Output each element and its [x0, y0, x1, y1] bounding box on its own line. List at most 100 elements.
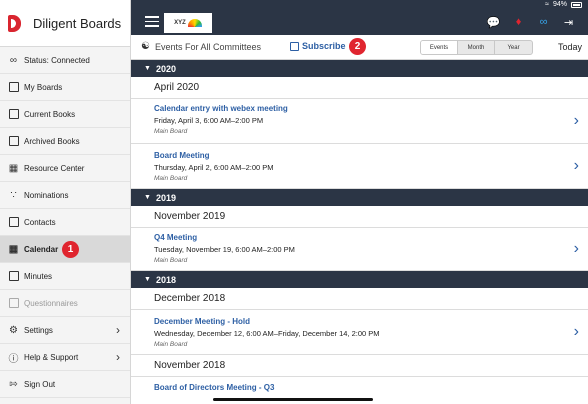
chevron-right-icon: › — [116, 323, 120, 337]
event-title: Board of Directors Meeting - Q3 — [154, 383, 275, 392]
event-date: Wednesday, December 12, 6:00 AM–Friday, … — [154, 329, 380, 338]
event-title: Q4 Meeting — [154, 233, 198, 242]
organization-logo: XYZ — [164, 13, 212, 33]
sidebar-item-label: Sign Out — [24, 379, 56, 389]
subscribe-button[interactable]: Subscribe — [290, 41, 346, 51]
year-label: 2020 — [155, 63, 176, 74]
logo-text: XYZ — [174, 20, 186, 26]
sidebar-item-questionnaires[interactable]: Questionnaires — [0, 290, 130, 317]
home-indicator — [213, 398, 373, 401]
sidebar-item-label: Status: Connected — [24, 55, 90, 65]
sidebar-item-label: Nominations — [24, 190, 69, 200]
callout-badge-1: 1 — [62, 241, 79, 258]
month-header: November 2019 — [131, 206, 588, 228]
year-header[interactable]: ▼ 2019 — [131, 189, 588, 206]
sidebar-item-settings[interactable]: ⚙ Settings › — [0, 317, 130, 344]
archive-icon — [8, 136, 19, 147]
people-icon: ☯ — [141, 41, 150, 52]
list-item[interactable]: Calendar entry with webex meeting Friday… — [131, 99, 588, 144]
sidebar-item-label: Contacts — [24, 217, 56, 227]
chevron-right-icon: › — [573, 240, 579, 257]
event-date: Tuesday, November 19, 6:00 AM–2:00 PM — [154, 245, 295, 254]
segment-year[interactable]: Year — [495, 41, 532, 54]
minutes-icon — [8, 271, 19, 282]
chevron-down-icon: ▼ — [144, 276, 151, 283]
sidebar-item-archived-books[interactable]: Archived Books — [0, 128, 130, 155]
view-segmented-control: Events Month Year — [420, 40, 533, 55]
notification-bell-icon[interactable]: ♦ — [511, 15, 526, 29]
events-list: ▼ 2020 April 2020 Calendar entry with we… — [131, 60, 588, 404]
year-header[interactable]: ▼ 2020 — [131, 60, 588, 77]
sidebar-item-label: Resource Center — [24, 163, 85, 173]
square-icon — [8, 82, 19, 93]
month-header: December 2018 — [131, 288, 588, 310]
sidebar-item-my-boards[interactable]: My Boards — [0, 74, 130, 101]
event-board: Main Board — [154, 341, 188, 348]
diligent-logo-icon — [8, 14, 21, 32]
event-board: Main Board — [154, 128, 188, 135]
battery-percent: 94% — [552, 1, 567, 8]
questionnaire-icon — [8, 298, 19, 309]
list-item[interactable]: Q4 Meeting Tuesday, November 19, 6:00 AM… — [131, 228, 588, 271]
sync-infinity-icon[interactable]: ∞ — [536, 15, 551, 29]
status-bar: ≈ 94% — [0, 0, 588, 10]
sidebar-item-label: Settings — [24, 325, 53, 335]
today-button[interactable]: Today — [558, 42, 582, 52]
chat-icon[interactable]: 💬 — [486, 15, 501, 29]
event-date: Friday, April 3, 6:00 AM–2:00 PM — [154, 116, 264, 125]
list-item[interactable]: December Meeting - Hold Wednesday, Decem… — [131, 310, 588, 355]
calendar-toolbar: ☯ Events For All Committees Subscribe 2 … — [131, 35, 588, 60]
sidebar-item-label: My Boards — [24, 82, 63, 92]
sidebar-item-resource-center[interactable]: ▦ Resource Center — [0, 155, 130, 182]
wifi-icon: ≈ — [545, 1, 549, 8]
chevron-right-icon: › — [116, 350, 120, 364]
sidebar-item-minutes[interactable]: Minutes — [0, 263, 130, 290]
month-header: April 2020 — [131, 77, 588, 99]
exit-icon[interactable]: ⇥ — [561, 15, 576, 29]
month-header: November 2018 — [131, 355, 588, 377]
event-title: December Meeting - Hold — [154, 317, 251, 326]
list-item[interactable]: Board Meeting Thursday, April 2, 6:00 AM… — [131, 144, 588, 189]
callout-badge-2: 2 — [349, 38, 366, 55]
hamburger-menu-icon[interactable] — [145, 16, 159, 30]
year-label: 2018 — [155, 274, 176, 285]
event-board: Main Board — [154, 257, 188, 264]
contacts-icon — [8, 217, 19, 228]
infinity-icon: ∞ — [9, 54, 18, 66]
subscribe-label: Subscribe — [302, 41, 346, 51]
calendar-icon: ▦ — [8, 243, 19, 255]
sidebar-item-sign-out[interactable]: ⇰ Sign Out — [0, 371, 130, 398]
sidebar-item-contacts[interactable]: Contacts — [0, 209, 130, 236]
year-label: 2019 — [155, 192, 176, 203]
help-icon: ⓘ — [8, 353, 19, 365]
sidebar-item-label: Help & Support — [24, 352, 79, 362]
event-date: Thursday, April 2, 6:00 AM–2:00 PM — [154, 163, 274, 172]
sidebar-item-help[interactable]: ⓘ Help & Support › — [0, 344, 130, 371]
sidebar-item-label: Archived Books — [24, 136, 80, 146]
sidebar-item-label: Current Books — [24, 109, 76, 119]
chevron-right-icon: › — [573, 323, 579, 340]
subscribe-calendar-icon — [290, 41, 299, 51]
sidebar-item-label: Calendar — [24, 244, 59, 254]
chevron-down-icon: ▼ — [144, 194, 151, 201]
chevron-right-icon: › — [573, 157, 579, 174]
resource-icon: ▦ — [8, 162, 19, 174]
segment-events[interactable]: Events — [421, 41, 458, 54]
sidebar-item-current-books[interactable]: Current Books — [0, 101, 130, 128]
chevron-right-icon: › — [573, 112, 579, 129]
sidebar-item-label: Questionnaires — [24, 298, 78, 308]
year-header[interactable]: ▼ 2018 — [131, 271, 588, 288]
sidebar-item-status[interactable]: ∞ Status: Connected — [0, 47, 130, 74]
rainbow-logo-icon — [187, 19, 202, 27]
segment-month[interactable]: Month — [458, 41, 495, 54]
event-title: Board Meeting — [154, 151, 210, 160]
sidebar-item-calendar[interactable]: ▦ Calendar 1 — [0, 236, 130, 263]
event-title: Calendar entry with webex meeting — [154, 104, 288, 113]
top-icons: 💬 ♦ ∞ ⇥ — [486, 15, 576, 29]
committees-filter[interactable]: ☯ Events For All Committees — [141, 41, 261, 52]
sidebar: Diligent Boards ∞ Status: Connected My B… — [0, 0, 131, 404]
battery-icon — [571, 1, 582, 8]
sidebar-item-nominations[interactable]: ∵ Nominations — [0, 182, 130, 209]
event-board: Main Board — [154, 175, 188, 182]
committees-label: Events For All Committees — [154, 41, 261, 52]
